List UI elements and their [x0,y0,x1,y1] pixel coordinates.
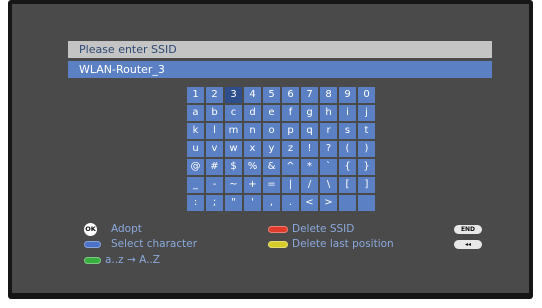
keyboard-key[interactable]: = [263,177,280,193]
keyboard-key[interactable]: | [282,177,299,193]
keyboard-key[interactable]: ~ [225,177,242,193]
red-button-icon [268,225,288,233]
keyboard-key[interactable]: q [301,123,318,139]
keyboard-key[interactable]: & [263,159,280,175]
keyboard-key[interactable]: @ [187,159,204,175]
ok-button-icon: OK [84,222,97,236]
keyboard-row: _ - ~ + = | / \[] [187,177,377,193]
keyboard-key[interactable]: n [244,123,261,139]
keyboard-key[interactable]: 1 [187,87,204,103]
keyboard-key[interactable]: o [263,123,280,139]
keyboard-row: klmnopqrst [187,123,377,139]
delete-last-position-label: Delete last position [292,238,394,250]
ssid-input-field[interactable]: WLAN-Router_3 [68,61,492,78]
keyboard-key[interactable]: ( [339,141,356,157]
keyboard-key[interactable]: y [263,141,280,157]
keyboard-key[interactable]: u [187,141,204,157]
keyboard-row: abcdefghij [187,105,377,121]
keyboard-key[interactable]: # [206,159,223,175]
keyboard-row: 1234567890 [187,87,377,103]
keyboard-key[interactable]: ' [244,195,261,211]
keyboard-key[interactable]: 5 [263,87,280,103]
keyboard-key[interactable]: 7 [301,87,318,103]
keyboard-key-blank[interactable] [358,195,375,211]
keyboard-key[interactable]: 4 [244,87,261,103]
keyboard-key[interactable]: b [206,105,223,121]
keyboard-key[interactable]: f [282,105,299,121]
keyboard-key[interactable]: c [225,105,242,121]
keyboard-key[interactable]: ; [206,195,223,211]
keyboard-key[interactable]: - [206,177,223,193]
legend-delete-ssid: Delete SSID [268,223,354,235]
delete-ssid-label: Delete SSID [292,223,355,235]
keyboard-key[interactable]: e [263,105,280,121]
keyboard-row: :; " ',. < > [187,195,377,211]
keyboard-key[interactable]: 2 [206,87,223,103]
keyboard-key[interactable]: 6 [282,87,299,103]
keyboard-key[interactable]: t [358,123,375,139]
keyboard-key[interactable]: d [244,105,261,121]
keyboard-key[interactable]: w [225,141,242,157]
yellow-button-icon [268,240,288,248]
keyboard-key[interactable]: g [301,105,318,121]
keyboard-key[interactable]: + [244,177,261,193]
rewind-button-icon: ◂◂ [454,240,482,249]
adopt-label: Adopt [111,223,142,235]
keyboard-key[interactable]: v [206,141,223,157]
keyboard-key[interactable]: 9 [339,87,356,103]
keyboard-key[interactable]: * [301,159,318,175]
legend-delete-last-position: Delete last position [268,238,394,250]
keyboard-key[interactable]: i [339,105,356,121]
keyboard-key[interactable]: } [358,159,375,175]
keyboard-key[interactable]: { [339,159,356,175]
keyboard-key[interactable]: \ [320,177,337,193]
keyboard-key[interactable]: 0 [358,87,375,103]
keyboard-key[interactable]: 8 [320,87,337,103]
keyboard-key[interactable]: r [320,123,337,139]
keyboard-key[interactable]: ` [320,159,337,175]
on-screen-keyboard: 1 2 3 4 5 6 7 8 9 0 a b c d e f g h i j k l m n o p q r s t u v w x y z!?()… [187,87,377,213]
select-character-label: Select character [111,238,198,250]
green-button-icon [84,256,101,264]
keyboard-key[interactable]: . [282,195,299,211]
legend-case-toggle: a..z → A..Z [84,254,160,266]
keyboard-key[interactable]: ] [358,177,375,193]
keyboard-key[interactable]: ^ [282,159,299,175]
keyboard-key[interactable]: ! [301,141,318,157]
keyboard-key[interactable]: s [339,123,356,139]
end-button-icon: END [454,225,482,234]
dialog-title: Please enter SSID [68,41,492,58]
keyboard-key-blank[interactable] [339,195,356,211]
legend-select-character: Select character [84,238,197,250]
legend-adopt: OK Adopt [82,222,142,236]
case-toggle-label: a..z → A..Z [105,254,160,266]
keyboard-key[interactable]: x [244,141,261,157]
keyboard-key[interactable]: < [301,195,318,211]
keyboard-key[interactable]: p [282,123,299,139]
keyboard-key[interactable]: " [225,195,242,211]
keyboard-key[interactable]: j [358,105,375,121]
keyboard-key[interactable]: l [206,123,223,139]
keyboard-key[interactable]: k [187,123,204,139]
keyboard-key[interactable]: ) [358,141,375,157]
keyboard-key[interactable]: 3 [225,87,242,103]
keyboard-row: @ # $% & ^ * `{} [187,159,377,175]
keyboard-key[interactable]: m [225,123,242,139]
keyboard-key[interactable]: $ [225,159,242,175]
blue-button-icon [84,240,101,248]
keyboard-key[interactable]: , [263,195,280,211]
keyboard-key[interactable]: / [301,177,318,193]
keyboard-key[interactable]: a [187,105,204,121]
keyboard-key[interactable]: : [187,195,204,211]
keyboard-key[interactable]: > [320,195,337,211]
keyboard-key[interactable]: % [244,159,261,175]
keyboard-key[interactable]: h [320,105,337,121]
keyboard-key[interactable]: z [282,141,299,157]
keyboard-key[interactable]: _ [187,177,204,193]
keyboard-key[interactable]: [ [339,177,356,193]
keyboard-key[interactable]: ? [320,141,337,157]
keyboard-row: u v w x y z!?() [187,141,377,157]
